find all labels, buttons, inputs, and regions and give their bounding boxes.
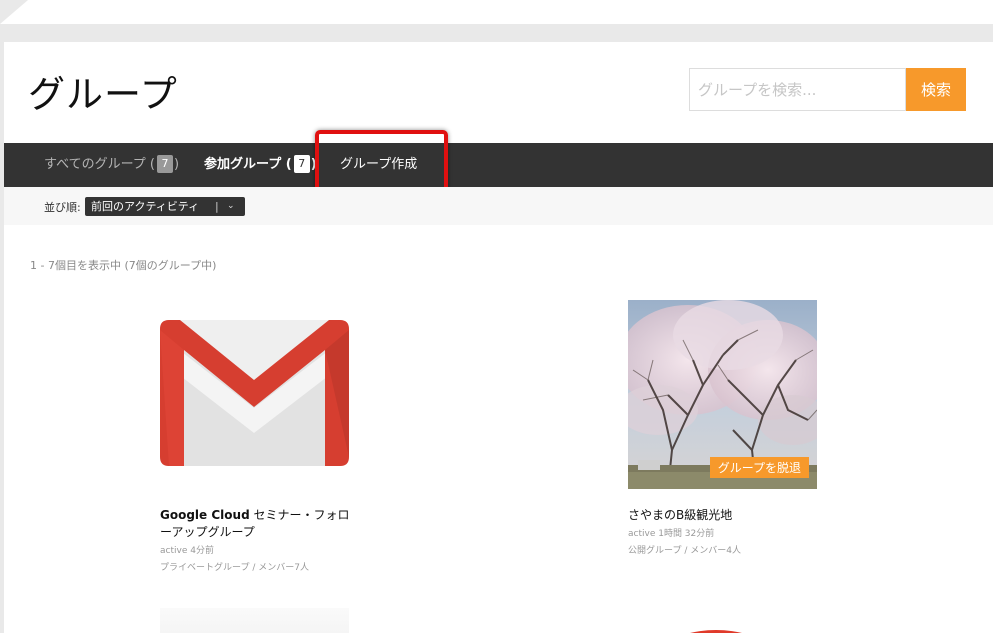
- tab-all-groups-label: すべてのグループ (: [44, 157, 155, 172]
- search-button[interactable]: 検索: [906, 68, 966, 111]
- group-card: グループを脱退 さやまのB級観光地 active 1時間 32分前 公開グループ…: [628, 300, 868, 558]
- filter-bar: 並び順: 前回のアクティビティ | ⌄: [4, 187, 993, 225]
- tab-create-group[interactable]: グループ作成: [340, 143, 417, 187]
- sort-order-value: 前回のアクティビティ: [91, 200, 200, 213]
- page-title: グループ: [28, 73, 178, 116]
- group-nav-bar: すべてのグループ (7) 参加グループ (7) グループ作成: [4, 143, 993, 187]
- my-groups-count-badge: 7: [293, 154, 310, 173]
- group-name-link[interactable]: Google Cloud セミナー・フォローアップグループ: [160, 507, 350, 541]
- next-group-avatar-peek: [628, 608, 817, 633]
- gmail-logo-svg: [160, 320, 349, 466]
- next-group-avatar-peek: [160, 608, 349, 633]
- top-strip-notch: [0, 0, 28, 24]
- page-container: グループ 検索 すべてのグループ (7) 参加グループ (7) グループ作成 並…: [4, 42, 993, 633]
- chevron-down-icon: ⌄: [227, 201, 235, 211]
- leave-group-button[interactable]: グループを脱退: [709, 457, 809, 478]
- group-name-rest: さやまのB級観光地: [628, 508, 733, 522]
- cherry-blossom-photo[interactable]: グループを脱退: [628, 300, 817, 489]
- sort-separator: |: [215, 200, 219, 213]
- group-activity: active 4分前: [160, 546, 214, 556]
- all-groups-count-badge: 7: [157, 154, 173, 173]
- group-name-bold: Google Cloud: [160, 508, 250, 522]
- sort-label: 並び順:: [44, 201, 81, 214]
- group-activity: active 1時間 32分前: [628, 529, 715, 539]
- group-count-text: 1 - 7個目を表示中 (7個のグループ中): [30, 259, 217, 272]
- group-card: Google Cloud セミナー・フォローアップグループ active 4分前…: [160, 300, 400, 575]
- group-search-input[interactable]: [689, 68, 906, 111]
- tab-all-groups[interactable]: すべてのグループ (7): [44, 143, 179, 187]
- group-type: 公開グループ / メンバー4人: [628, 546, 741, 556]
- sort-order-select[interactable]: 前回のアクティビティ | ⌄: [85, 197, 245, 216]
- tab-my-groups-label: 参加グループ (: [204, 157, 292, 172]
- top-strip: [0, 0, 993, 24]
- group-type: プライベートグループ / メンバー7人: [160, 563, 309, 573]
- group-name-link[interactable]: さやまのB級観光地: [628, 507, 818, 524]
- tab-all-groups-paren: ): [174, 157, 180, 172]
- red-circle-avatar-peek: [690, 630, 742, 633]
- tab-my-groups-paren: ): [310, 157, 317, 172]
- gmail-logo-icon[interactable]: [160, 300, 349, 489]
- tab-my-groups[interactable]: 参加グループ (7): [204, 143, 317, 187]
